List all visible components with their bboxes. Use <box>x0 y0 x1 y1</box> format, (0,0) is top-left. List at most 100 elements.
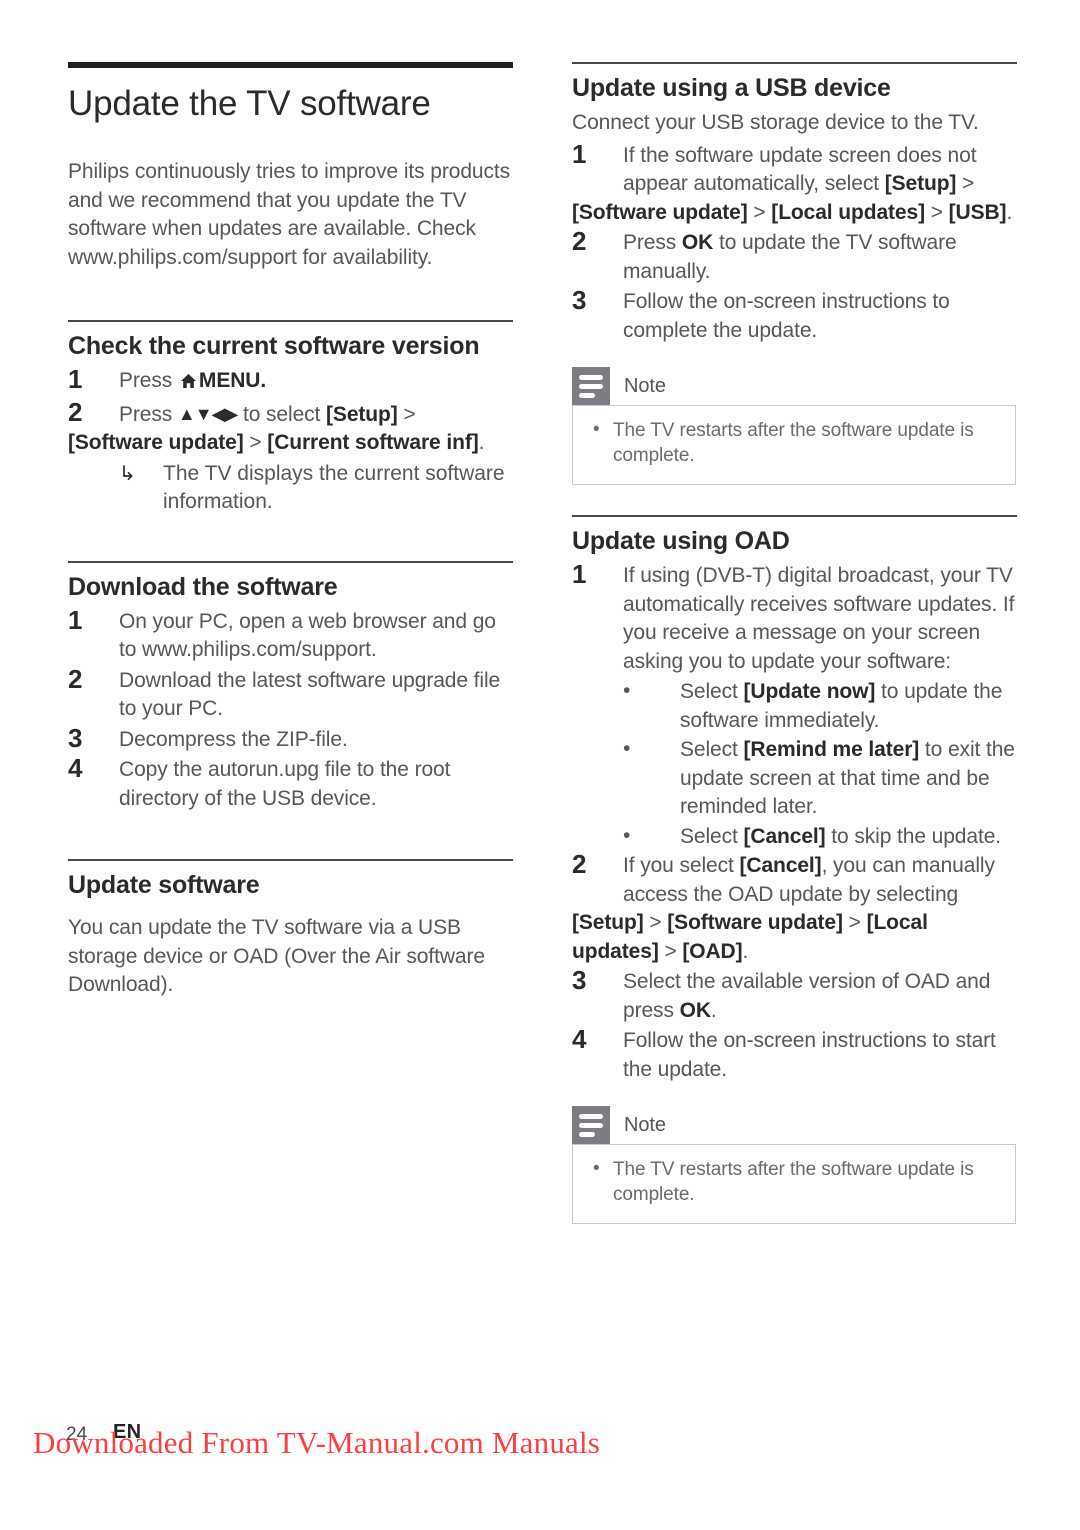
manual-page: Update the TV software Philips continuou… <box>0 0 1080 1530</box>
path-sep: > <box>747 200 772 224</box>
step-item: 1 Press MENU. <box>68 364 513 398</box>
step-text: Press MENU. <box>119 367 513 398</box>
step-text: Press ▲▼◀▶ to select [Setup] > <box>119 400 513 430</box>
heading-update-software: Update software <box>68 871 260 900</box>
step-item: 2 If you select [Cancel], you can manual… <box>572 849 1017 966</box>
step-number: 3 <box>572 965 587 995</box>
step-text: Copy the autorun.upg file to the root di… <box>119 758 451 810</box>
step-text: Follow the on-screen instructions to com… <box>623 290 950 342</box>
note-header: Note <box>572 367 1016 405</box>
step-text-pre: Press <box>119 402 178 426</box>
bullet-text: Select [Remind me later] to exit the upd… <box>680 738 1015 818</box>
note-title: Note <box>624 1113 666 1136</box>
option-cancel: [Cancel] <box>743 824 826 848</box>
bullet-dot-icon: • <box>623 737 631 760</box>
step-item: 3 Decompress the ZIP-file. <box>68 722 513 755</box>
step-number: 1 <box>68 364 83 395</box>
note-box-usb: Note • The TV restarts after the software… <box>572 367 1016 485</box>
step-number: 1 <box>572 138 587 169</box>
home-icon <box>180 369 197 398</box>
step-number: 2 <box>572 849 587 879</box>
step-item: 3 Select the available version of OAD an… <box>572 965 1017 1025</box>
note-lines-icon <box>572 367 610 405</box>
path-sep: > <box>397 402 416 426</box>
steps-oad: 1 If using (DVB-T) digital broadcast, yo… <box>572 559 1017 676</box>
menu-path-software-update: [Software update] <box>572 200 748 224</box>
heading-download: Download the software <box>68 572 338 601</box>
step-item: 2 Press ▲▼◀▶ to select [Setup] > [Softwa… <box>68 396 513 458</box>
path-sep: > <box>842 911 867 934</box>
step-text-cont: [Setup] > [Software update] > [Local upd… <box>572 909 1017 966</box>
section-rule-check-version <box>68 320 513 323</box>
step-text: Press OK to update the TV software manua… <box>623 231 957 283</box>
section-rule-download <box>68 560 513 563</box>
sub-result-item: ↳ The TV displays the current software i… <box>68 460 513 517</box>
step-item: 4 Follow the on-screen instructions to s… <box>572 1024 1017 1084</box>
step-text-pre: If you select <box>623 854 740 877</box>
step-text: If the software update screen does not a… <box>623 142 1017 199</box>
section-rule-usb <box>572 62 1017 64</box>
step-text-end: . <box>1006 200 1013 224</box>
menu-path-software-update: [Software update] <box>667 911 843 934</box>
dpad-arrows-icon: ▲▼◀▶ <box>177 403 238 424</box>
menu-path-local-updates: [Local updates] <box>771 200 925 224</box>
step-item: 2 Press OK to update the TV software man… <box>572 226 1017 286</box>
ok-key-label: OK <box>679 998 711 1022</box>
step-text-pre: Press <box>623 231 682 254</box>
note-list-item: • The TV restarts after the software upda… <box>587 418 1001 468</box>
step-number: 2 <box>68 396 83 427</box>
step-number: 3 <box>68 722 83 753</box>
path-sep: > <box>956 172 975 195</box>
menu-path-usb: [USB] <box>948 200 1007 224</box>
step-item: 2 Download the latest software upgrade f… <box>68 663 513 724</box>
note-list: • The TV restarts after the software upda… <box>587 418 1001 468</box>
option-cancel: [Cancel] <box>739 854 822 877</box>
list-item: • Select [Update now] to update the soft… <box>572 678 1017 735</box>
sub-result-text: The TV displays the current software inf… <box>163 461 505 514</box>
list-item: • Select [Cancel] to skip the update. <box>572 823 1017 852</box>
step-number: 1 <box>68 604 83 635</box>
step-number: 2 <box>68 663 83 694</box>
heading-check-version: Check the current software version <box>68 332 480 361</box>
step-text-cont: [Software update] > [Current software in… <box>68 429 513 458</box>
step-text: On your PC, open a web browser and go to… <box>119 609 496 662</box>
note-list-item: • The TV restarts after the software upda… <box>587 1157 1001 1207</box>
menu-path-setup: [Setup] <box>326 402 398 426</box>
step-text-mid: to select <box>237 402 327 426</box>
step-text: Decompress the ZIP-file. <box>119 727 348 751</box>
step-text-pre: Select the available version of OAD and … <box>623 970 991 1022</box>
menu-path-setup: [Setup] <box>884 172 957 195</box>
step-text: Follow the on-screen instructions to sta… <box>623 1029 996 1081</box>
step-number: 2 <box>572 226 587 256</box>
list-item: • Select [Remind me later] to exit the u… <box>572 736 1017 822</box>
usb-intro: Connect your USB storage device to the T… <box>572 111 979 134</box>
step-text-end: . <box>742 939 749 963</box>
bullet-text-post: to skip the update. <box>825 824 1002 848</box>
step-text: If using (DVB-T) digital broadcast, your… <box>623 564 1015 673</box>
note-item-text: The TV restarts after the software updat… <box>613 1159 974 1205</box>
oad-option-bullets: • Select [Update now] to update the soft… <box>572 678 1017 851</box>
note-lines-icon <box>572 1106 610 1144</box>
bullet-text-pre: Select <box>680 824 744 848</box>
bullet-text-pre: Select <box>680 738 744 761</box>
steps-check-version: 1 Press MENU. 2 Press ▲▼◀▶ to select [Se… <box>68 364 513 458</box>
step-text-end: . <box>710 998 717 1022</box>
note-header: Note <box>572 1106 1016 1144</box>
section-rule-oad <box>572 515 1017 517</box>
step-text: If you select [Cancel], you can manually… <box>623 852 1017 909</box>
note-list: • The TV restarts after the software upda… <box>587 1157 1001 1207</box>
note-box-oad: Note • The TV restarts after the software… <box>572 1106 1016 1224</box>
step-item: 4 Copy the autorun.upg file to the root … <box>68 753 513 813</box>
path-sep: > <box>643 911 668 934</box>
menu-path-setup: [Setup] <box>572 911 644 934</box>
step-item: 3 Follow the on-screen instructions to c… <box>572 285 1017 345</box>
path-sep: > <box>924 200 949 224</box>
note-body: • The TV restarts after the software upda… <box>572 1144 1016 1224</box>
left-column: Update the TV software Philips continuou… <box>68 62 513 1004</box>
page-title: Update the TV software <box>68 84 431 123</box>
menu-path-oad: [OAD] <box>682 939 743 963</box>
